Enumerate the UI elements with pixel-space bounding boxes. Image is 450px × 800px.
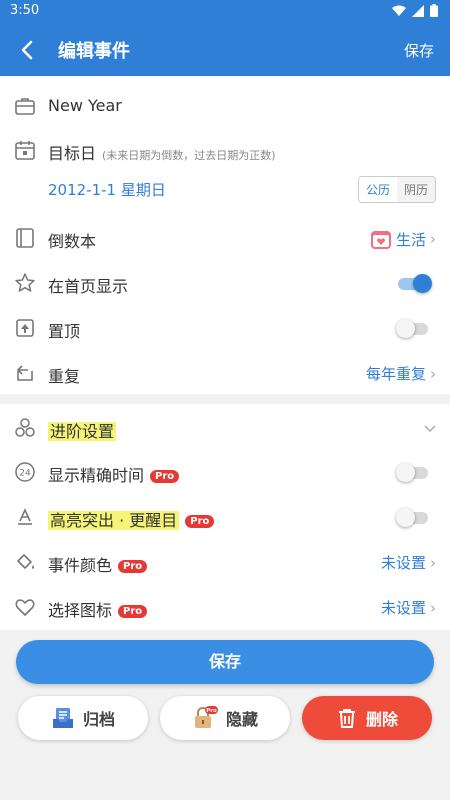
text-highlight-icon bbox=[18, 508, 32, 525]
target-date-hint: (未来日期为倒数，过去日期为正数) bbox=[102, 149, 276, 162]
system-icons bbox=[392, 4, 438, 17]
calendar-lunar-option[interactable]: 阴历 bbox=[396, 177, 435, 202]
advanced-settings-card: 进阶设置 24 显示精确时间 Pro 高亮突出 · 更醒目 Pro 事件颜色 Pro … bbox=[0, 404, 450, 630]
event-color-label: 事件颜色 bbox=[48, 556, 113, 575]
status-bar: 3:50 bbox=[0, 0, 450, 24]
countdown-book-label: 倒数本 bbox=[48, 232, 97, 251]
pin-top-row: 置顶 bbox=[0, 306, 450, 350]
archive-label: 归档 bbox=[82, 710, 115, 729]
show-on-home-label: 在首页显示 bbox=[48, 277, 129, 296]
pin-top-icon bbox=[16, 319, 34, 337]
repeat-row[interactable]: 重复 每年重复 › bbox=[0, 351, 450, 395]
delete-label: 删除 bbox=[365, 710, 398, 729]
pro-badge: Pro bbox=[185, 515, 215, 528]
trash-icon bbox=[338, 709, 355, 728]
precise-time-row: 24 显示精确时间 Pro bbox=[0, 450, 450, 494]
chevron-down-icon bbox=[424, 425, 436, 433]
choose-icon-value: 未设置 bbox=[380, 599, 426, 617]
calendar-icon bbox=[15, 141, 35, 160]
lock-pro-icon: Pro bbox=[194, 706, 218, 728]
app-bar: 编辑事件 保存 bbox=[0, 24, 450, 76]
repeat-icon bbox=[16, 365, 33, 381]
event-name-value[interactable]: New Year bbox=[48, 96, 122, 115]
choose-icon-row[interactable]: 选择图标 Pro 未设置 › bbox=[0, 585, 450, 629]
chevron-right-icon: › bbox=[430, 553, 436, 572]
clock-24-icon: 24 bbox=[15, 462, 35, 482]
archive-tray-icon bbox=[52, 708, 73, 728]
appbar-save-button[interactable]: 保存 bbox=[404, 40, 434, 61]
wifi-icon bbox=[392, 5, 406, 16]
delete-button[interactable]: 删除 bbox=[302, 696, 432, 740]
event-name-row[interactable]: New Year bbox=[0, 84, 450, 128]
pro-badge: Pro bbox=[118, 560, 148, 573]
signal-icon bbox=[412, 4, 424, 17]
advanced-title: 进阶设置 bbox=[48, 422, 117, 441]
target-date-row: 目标日 (未来日期为倒数，过去日期为正数) bbox=[0, 128, 450, 172]
save-button[interactable]: 保存 bbox=[16, 640, 434, 684]
page-title: 编辑事件 bbox=[58, 41, 130, 62]
precise-time-toggle[interactable] bbox=[396, 463, 430, 482]
date-value[interactable]: 2012-1-1 星期日 bbox=[48, 179, 166, 200]
event-color-row[interactable]: 事件颜色 Pro 未设置 › bbox=[0, 540, 450, 584]
svg-text:24: 24 bbox=[19, 469, 31, 479]
pro-badge: Pro bbox=[150, 470, 180, 483]
chevron-right-icon: › bbox=[430, 364, 436, 383]
archive-button[interactable]: 归档 bbox=[18, 696, 148, 740]
hide-button[interactable]: Pro 隐藏 bbox=[160, 696, 290, 740]
choose-icon-label: 选择图标 bbox=[48, 601, 113, 620]
cubes-icon bbox=[15, 418, 35, 437]
basic-settings-card: New Year 目标日 (未来日期为倒数，过去日期为正数) 2012-1-1 星… bbox=[0, 76, 450, 394]
status-time: 3:50 bbox=[10, 3, 40, 18]
target-date-label: 目标日 bbox=[48, 144, 97, 163]
pin-top-label: 置顶 bbox=[48, 322, 81, 341]
repeat-value: 每年重复 bbox=[365, 365, 426, 383]
advanced-header-row[interactable]: 进阶设置 bbox=[0, 406, 450, 450]
precise-time-label: 显示精确时间 bbox=[48, 466, 145, 485]
life-calendar-icon bbox=[370, 231, 391, 249]
show-on-home-row: 在首页显示 bbox=[0, 261, 450, 305]
star-icon bbox=[15, 273, 35, 292]
highlight-label: 高亮突出 · 更醒目 bbox=[48, 511, 180, 530]
chevron-right-icon: › bbox=[430, 598, 436, 617]
svg-text:Pro: Pro bbox=[206, 708, 217, 714]
battery-icon bbox=[430, 4, 438, 17]
briefcase-icon bbox=[15, 98, 35, 115]
paint-bucket-icon bbox=[17, 554, 34, 569]
repeat-label: 重复 bbox=[48, 367, 81, 386]
countdown-book-row[interactable]: 倒数本 生活 › bbox=[0, 216, 450, 260]
calendar-type-toggle[interactable]: 公历 阴历 bbox=[357, 176, 436, 203]
highlight-row: 高亮突出 · 更醒目 Pro bbox=[0, 495, 450, 539]
book-icon bbox=[16, 228, 34, 248]
back-arrow-icon[interactable] bbox=[14, 36, 42, 64]
chevron-right-icon: › bbox=[430, 230, 436, 248]
heart-icon bbox=[15, 599, 35, 616]
calendar-solar-option[interactable]: 公历 bbox=[358, 177, 397, 202]
pin-top-toggle[interactable] bbox=[396, 319, 430, 338]
show-on-home-toggle[interactable] bbox=[398, 274, 432, 293]
event-color-value: 未设置 bbox=[380, 554, 426, 572]
pro-badge: Pro bbox=[118, 605, 148, 618]
countdown-book-value: 生活 bbox=[395, 230, 426, 249]
hide-label: 隐藏 bbox=[225, 710, 258, 729]
highlight-toggle[interactable] bbox=[396, 508, 430, 527]
